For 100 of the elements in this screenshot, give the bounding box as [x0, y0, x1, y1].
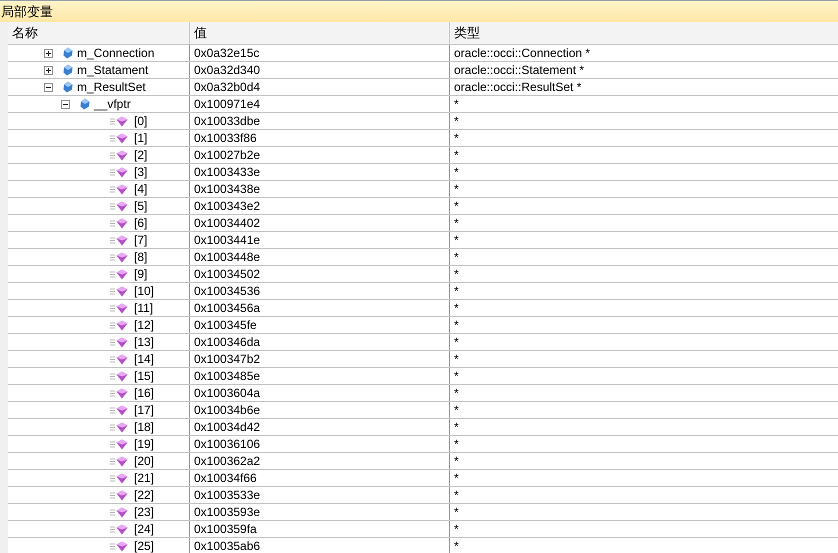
variable-value: 0x1003604a — [194, 386, 260, 400]
variable-name: [21] — [134, 471, 154, 485]
panel-title: 局部变量 — [1, 2, 53, 20]
method-icon — [110, 132, 128, 144]
field-icon — [80, 98, 90, 110]
method-icon — [110, 268, 128, 280]
variable-type: * — [454, 386, 459, 400]
variable-value: 0x0a32e15c — [194, 46, 260, 60]
variable-name: [16] — [134, 386, 154, 400]
method-icon — [110, 540, 128, 552]
variable-name: m_Connection — [77, 46, 154, 60]
variable-value: 0x0a32d340 — [194, 63, 260, 77]
variable-value: 0x10034f66 — [194, 471, 257, 485]
variable-type: * — [454, 284, 459, 298]
variable-type: * — [454, 114, 459, 128]
variable-name: [22] — [134, 488, 154, 502]
method-icon — [110, 404, 128, 416]
variable-type: * — [454, 454, 459, 468]
method-icon — [110, 456, 128, 466]
column-header[interactable]: 类型 — [450, 22, 838, 44]
method-icon — [110, 234, 128, 246]
variable-name: [17] — [134, 403, 154, 417]
variable-type: * — [454, 318, 459, 332]
method-icon — [110, 286, 128, 296]
variable-type: * — [454, 182, 459, 196]
method-icon — [110, 252, 128, 262]
variable-value: 0x1003456a — [194, 301, 260, 315]
method-icon — [110, 472, 128, 484]
variable-value: 0x10034b6e — [194, 403, 260, 417]
variable-name: [23] — [134, 505, 154, 519]
variable-value: 0x100362a2 — [194, 454, 260, 468]
variable-name: [9] — [134, 267, 148, 281]
variable-type: * — [454, 250, 459, 264]
method-icon — [110, 302, 128, 314]
variable-name: [13] — [134, 335, 154, 349]
variable-type: * — [454, 97, 459, 111]
variable-type: * — [454, 488, 459, 502]
variable-type: oracle::occi::Statement * — [454, 63, 584, 77]
variable-name: [10] — [134, 284, 154, 298]
variable-name: [0] — [134, 114, 148, 128]
variable-name: [8] — [134, 250, 148, 264]
column-header[interactable]: 名称 — [8, 22, 190, 44]
variable-type: * — [454, 403, 459, 417]
expand-icon[interactable] — [44, 66, 53, 74]
variable-value: 0x10027b2e — [194, 148, 260, 162]
method-icon — [110, 388, 128, 398]
variable-type: * — [454, 148, 459, 162]
variable-value: 0x1003438e — [194, 182, 260, 196]
method-icon — [110, 116, 128, 126]
method-icon — [110, 370, 128, 382]
variable-name: [5] — [134, 199, 148, 213]
variable-type: * — [454, 165, 459, 179]
method-icon — [110, 184, 128, 194]
method-icon — [110, 438, 128, 450]
variable-name: m_ResultSet — [77, 80, 146, 94]
method-icon — [110, 218, 128, 228]
variable-type: * — [454, 352, 459, 366]
expand-icon[interactable] — [44, 48, 53, 58]
variable-value: 0x10034402 — [194, 216, 260, 230]
variable-type: * — [454, 420, 459, 434]
variable-type: * — [454, 233, 459, 247]
variable-value: 0x100345fe — [194, 318, 257, 332]
variable-value: 0x1003441e — [194, 233, 260, 247]
method-icon — [110, 524, 128, 534]
variable-type: oracle::occi::Connection * — [454, 46, 590, 60]
collapse-icon[interactable] — [61, 100, 70, 108]
variable-value: 0x1003485e — [194, 369, 260, 383]
variable-value: 0x10035ab6 — [194, 539, 260, 553]
variable-value: 0x100971e4 — [194, 97, 260, 111]
variable-value: 0x100347b2 — [194, 352, 260, 366]
variable-value: 0x100343e2 — [194, 199, 260, 213]
variable-type: * — [454, 369, 459, 383]
variable-name: [6] — [134, 216, 148, 230]
variable-type: * — [454, 216, 459, 230]
method-icon — [110, 422, 128, 432]
variable-name: [19] — [134, 437, 154, 451]
variable-type: * — [454, 267, 459, 281]
variable-name: [18] — [134, 420, 154, 434]
variable-type: * — [454, 335, 459, 349]
method-icon — [110, 166, 128, 178]
variable-type: * — [454, 437, 459, 451]
variable-value: 0x10034502 — [194, 267, 260, 281]
variable-type: * — [454, 471, 459, 485]
variable-name: [24] — [134, 522, 154, 536]
collapse-icon[interactable] — [44, 82, 53, 92]
variable-name: [15] — [134, 369, 154, 383]
variable-type: * — [454, 131, 459, 145]
variable-type: * — [454, 522, 459, 536]
variable-name: m_Statament — [77, 63, 148, 77]
variable-type: * — [454, 199, 459, 213]
variable-type: * — [454, 301, 459, 315]
variable-name: [2] — [134, 148, 148, 162]
variable-value: 0x1003433e — [194, 165, 260, 179]
column-header[interactable]: 值 — [190, 22, 450, 44]
variable-name: [20] — [134, 454, 154, 468]
variable-value: 0x10034d42 — [194, 420, 260, 434]
field-icon — [63, 81, 73, 93]
method-icon — [110, 490, 128, 500]
method-icon — [110, 320, 128, 330]
method-icon — [110, 150, 128, 160]
